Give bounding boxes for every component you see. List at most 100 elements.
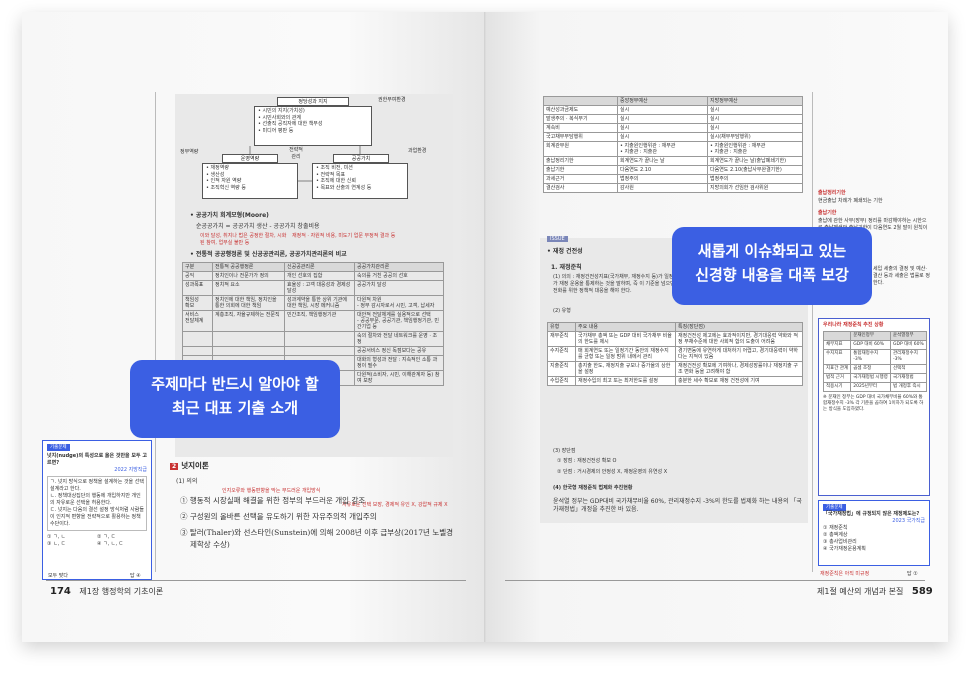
- table-cell: 실시(채무부담행위): [707, 132, 803, 142]
- bullet1-note-right: 재정적 · 자원적 비용, 미도기 업문 부정적 결과 등: [292, 233, 396, 239]
- table-cell: 숙의를 거친 공공의 선호: [354, 271, 444, 281]
- pros-label: (3) 장단점: [553, 448, 576, 454]
- quiz-choice[interactable]: ④ ㄱ, ㄴ, ㄷ: [97, 541, 147, 548]
- quiz-choice[interactable]: ③ ㄴ, ㄷ: [47, 541, 97, 548]
- right-vertical-rule: [812, 92, 813, 572]
- quiz-tag: 기출문제: [823, 504, 846, 511]
- quiz-choice[interactable]: ③ 총사업비관리: [823, 539, 925, 546]
- quiz-choice[interactable]: ④ 국가재정운용계획: [823, 546, 925, 553]
- table-cell: 예산성과금제도: [543, 105, 618, 115]
- left-folio: 174 제1장 행정학의 기초이론: [50, 586, 163, 597]
- section2-note1: 인지오류와 행동편향을 막는 부드러운 개입방식: [222, 488, 321, 494]
- table-header-cell: 주요 내용: [575, 322, 676, 332]
- table-row: 지표간 관계 곱셈 조정 선택적: [822, 364, 927, 374]
- table-header-cell: 구분: [182, 262, 213, 272]
- table-cell: 효율성 : 고객 대응성과 경제성 달성: [284, 280, 355, 296]
- table-cell: • 지출원인행위관 : 재무관 • 지출관 : 지출관: [617, 141, 708, 157]
- table-row: 공공서비스 정신 독점보다는 공유: [182, 346, 444, 356]
- quiz-choice[interactable]: ② ㄱ, ㄷ: [97, 534, 147, 541]
- table-cell: 수지지표: [822, 349, 852, 365]
- table-header-cell: 공공가치관리론: [354, 262, 444, 272]
- section2-line: ② 구성원의 올바른 선택을 유도하기 위한 자유주의적 개입주의: [180, 512, 377, 521]
- table-cell: 국고채무부담행위: [543, 132, 618, 142]
- table-header-row: 중앙정부예산 지방정부예산: [543, 96, 803, 106]
- quiz-choices: ① ㄱ, ㄴ ② ㄱ, ㄷ ③ ㄴ, ㄷ ④ ㄱ, ㄴ, ㄷ: [47, 534, 147, 548]
- table-row: 결산검사 감사원 지방의회가 선임한 검사위원: [543, 183, 803, 193]
- table-header-cell: [822, 331, 852, 341]
- table-row: 예산성과금제도 실시 실시: [543, 105, 803, 115]
- table-cell: • 지출원인행위관 : 재무관 • 지출관 : 지출관: [707, 141, 803, 157]
- quiz-choice[interactable]: ① 재정준칙: [823, 525, 925, 532]
- table-row: 국고채무부담행위 실시 실시(채무부담행위): [543, 132, 803, 142]
- table-cell: 법적 근거: [822, 373, 852, 383]
- table-cell: 곱셈 조정: [850, 364, 891, 374]
- table-cell: 수지준칙: [547, 346, 576, 362]
- fiscal-box-note: ※ 문재인 정부는 GDP 대비 국가채무비율 60%와 통합재정수지 -3% …: [823, 395, 924, 412]
- table-cell: 다음연도 2.10(출납사무완결기한): [707, 165, 803, 175]
- callout-right: 새롭게 이슈화되고 있는 신경향 내용을 대폭 보강: [672, 227, 872, 305]
- table-row: 적용시기 2025년부터 법 개정후 즉시: [822, 382, 927, 392]
- right-folio: 제1절 예산의 개념과 본질 589: [817, 586, 933, 597]
- fiscal-rule-box: 우리나라 재정준칙 추진 상황 문재인정부 윤석열정부 채무지표 GDP 대비 60…: [818, 318, 930, 496]
- section2-line: ① 행동적 시장실패 해결을 위한 정부의 부드러운 개입 강조: [180, 496, 366, 505]
- table-cell: 책임성 확보: [182, 295, 213, 311]
- quiz-footer-left: 모두 맞다: [48, 573, 68, 579]
- table-row: 수입준칙 재정수입의 최고 또는 최저한도를 설정 충분한 세수 확보로 재정 건전…: [547, 376, 803, 386]
- table-cell: 실시: [617, 132, 708, 142]
- table-cell: 통합재정수지 -3%: [850, 349, 891, 365]
- table-cell: 발생주의 · 복식부기: [543, 114, 618, 124]
- table-header-cell: 유형: [547, 322, 576, 332]
- section2-line: ③ 탈러(Thaler)와 선스타인(Sunstein)에 의해 2008년 이…: [180, 528, 454, 537]
- table-header-row: 문재인정부 윤석열정부: [822, 331, 927, 341]
- table-row: 회계관부원 • 지출원인행위관 : 재무관 • 지출관 : 지출관 • 지출원인행위…: [543, 141, 803, 157]
- table-cell: 국가재정법 시행령: [850, 373, 891, 383]
- table-cell: 실시: [617, 123, 708, 133]
- table-cell: 감사원: [617, 183, 708, 193]
- quiz-items: ㄱ. 넛지 방식으로 정책을 설계하는 것을 선택설계라고 한다. ㄴ. 정책대…: [47, 476, 147, 531]
- table-cell: 채무지표: [822, 340, 852, 350]
- table-header-cell: 특징(장단점): [675, 322, 803, 332]
- table-cell: 숙의 절차와 전달 네트워크를 운영 · 조정: [354, 331, 444, 347]
- table-cell: 공공가치 달성: [354, 280, 444, 296]
- table-cell: 재정수입의 최고 또는 최저한도를 설정: [575, 376, 676, 386]
- quiz-footer-left: 재정준칙은 아직 미규정: [820, 571, 870, 577]
- quiz-choice[interactable]: ② 총액계상: [823, 532, 925, 539]
- table-row: 지출준칙 총지출 한도, 재정지출 규모나 증가율의 상한을 설정 재정건전성 확보…: [547, 361, 803, 377]
- table-cell: 국가재정법: [890, 373, 927, 383]
- table-cell: 정치인에 대한 책임, 정치인을 통한 의회에 대한 책임: [212, 295, 285, 311]
- left-page: 정당성과 지지 • 시민의 지지(가치성) • 시민사회와의 관계 • 선출직 …: [22, 12, 485, 642]
- quiz-footer-right: 답 ④: [130, 573, 141, 579]
- table-cell: [212, 331, 285, 347]
- table-header-cell: 윤석열정부: [890, 331, 927, 341]
- table-cell: 지출준칙: [547, 361, 576, 377]
- right-page: 중앙정부예산 지방정부예산 예산성과금제도 실시 실시 발생주의 · 복식부기 실시 실…: [485, 12, 948, 642]
- table-header-row: 유형 주요 내용 특징(장단점): [547, 322, 803, 332]
- quiz-choice[interactable]: ① ㄱ, ㄴ: [47, 534, 97, 541]
- table-header-cell: [543, 96, 618, 106]
- table-cell: 과세근거: [543, 174, 618, 184]
- side-note3-text: 세입 세출의 결정 및 예산·결산 등과 세출은 법률로 정한다.: [873, 266, 930, 286]
- callout-left-line2: 최근 대표 기출 소개: [171, 399, 299, 417]
- types-label: (2) 유형: [553, 308, 571, 314]
- table-cell: [212, 346, 285, 356]
- quiz-item: ㄱ. 넛지 방식으로 정책을 설계하는 것을 선택설계라고 한다.: [50, 479, 144, 492]
- callout-left: 주제마다 반드시 알아야 할 최근 대표 기출 소개: [130, 360, 340, 438]
- table-row: 수지지표 통합재정수지 -3% 관리재정수지 -3%: [822, 349, 927, 365]
- side-note2-title: 출납기한: [818, 210, 837, 216]
- table-cell: 충분한 세수 확보로 재정 건전성에 기여: [675, 376, 803, 386]
- bullet1-note-red: 이와 달성, 취지나 법은 공정한 절차, 시화된 참여, 업무실 불만 등: [200, 233, 287, 246]
- table-cell: 수입준칙: [547, 376, 576, 386]
- table-cell: 지표간 관계: [822, 364, 852, 374]
- callout-left-line1: 주제마다 반드시 알아야 할: [151, 375, 319, 393]
- table-row: 책임성 확보 정치인에 대한 책임, 정치인을 통한 의회에 대한 책임 성과계…: [182, 295, 444, 311]
- table-header-cell: 신공공관리론: [284, 262, 355, 272]
- table-cell: 계속비: [543, 123, 618, 133]
- table-cell: 지방의회가 선임한 검사위원: [707, 183, 803, 193]
- table-row: 숙의 절차와 전달 네트워크를 운영 · 조정: [182, 331, 444, 347]
- table-cell: 개인 선호의 집합: [284, 271, 355, 281]
- table-cell: 출납정리기한: [543, 156, 618, 166]
- table-row: 발생주의 · 복식부기 실시 실시: [543, 114, 803, 124]
- table-cell: 재정건전성 제고에는 효과적이지만, 경기대응력 약화와 적정 부채수준에 대한…: [675, 331, 803, 347]
- quiz-source: 2022 지방직급: [114, 467, 147, 473]
- book-gutter: [484, 12, 486, 642]
